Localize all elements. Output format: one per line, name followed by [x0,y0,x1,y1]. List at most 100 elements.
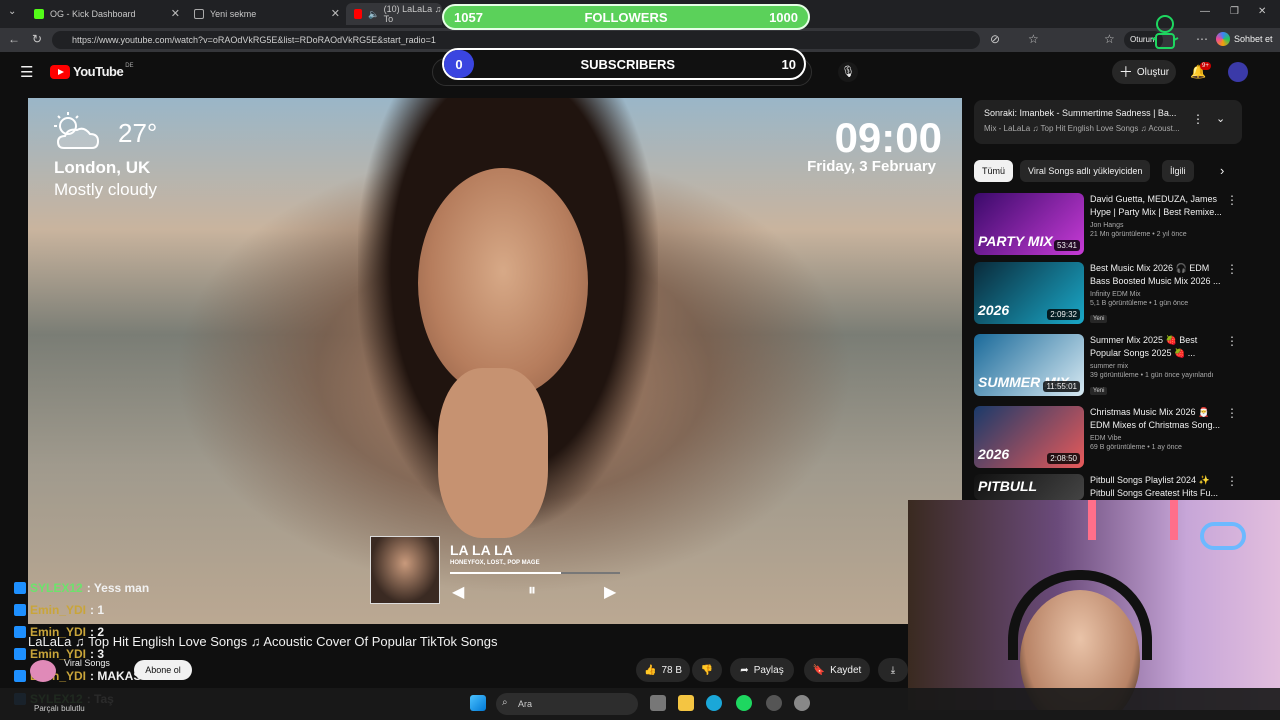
logo-word: YouTube [73,64,124,79]
share-button[interactable]: ➦ Paylaş [730,658,794,682]
song-progress-bar [450,572,620,574]
extension-icon[interactable]: ⊘ [990,32,1000,46]
channel-avatar[interactable] [30,660,56,682]
spotify-icon[interactable] [736,695,752,711]
platform-badge-icon [14,604,26,616]
dislike-button[interactable]: 👎 [692,658,722,682]
edge-icon[interactable] [706,695,722,711]
minimize-icon[interactable]: — [1200,6,1210,17]
more-vert-icon[interactable]: ⋮ [1192,112,1204,126]
more-vert-icon[interactable]: ⋮ [1226,334,1238,348]
new-badge: Yeni [1090,315,1108,323]
chip-all[interactable]: Tümü [974,160,1014,182]
save-button[interactable]: 🔖 Kaydet [804,658,870,682]
chat-username: SYLEX12 [30,581,83,595]
chip-from-uploader[interactable]: Viral Songs adlı yükleyiciden [1020,160,1151,182]
settings-gear-icon[interactable] [794,695,810,711]
menu-icon[interactable]: ☰ [20,63,33,81]
recommendation-item[interactable]: 2026 2:09:32 Best Music Mix 2026 🎧 EDM Bas… [974,262,1244,328]
tab-youtube[interactable]: 🔈 (10) LaLaLa ♫ To [346,3,442,25]
favorites-bar-icon[interactable]: ☆ [1104,32,1115,46]
video-duration: 2:09:32 [1047,309,1080,320]
pause-icon[interactable]: ⏸ [528,582,536,600]
partly-cloudy-icon [54,112,100,149]
chat-text: : 1 [90,603,105,617]
recommendation-item[interactable]: 2026 2:08:50 Christmas Music Mix 2026 🎅 ED… [974,406,1244,472]
favorite-icon[interactable]: ☆ [1028,32,1039,46]
save-label: Kaydet [830,664,862,676]
bookmark-icon: 🔖 [812,664,826,676]
file-explorer-icon[interactable] [678,695,694,711]
channel-name[interactable]: Viral Songs [64,658,110,668]
avatar[interactable] [1228,62,1248,82]
recommendation-meta: 5,1 B görüntüleme • 1 gün önce [1090,300,1189,307]
tab-kick-dashboard[interactable]: OG - Kick Dashboard ✕ [26,3,186,25]
clock-time: 09:00 [834,114,942,161]
recommendation-info: Summer Mix 2025 🍓 Best Popular Songs 202… [1090,334,1230,397]
reload-icon[interactable]: ↻ [32,32,42,46]
copilot-icon [1216,32,1230,46]
recommendation-item[interactable]: SUMMER MIX 11:55:01 Summer Mix 2025 🍓 Best… [974,334,1244,400]
subscribers-goal-bar: 0 SUBSCRIBERS 10 [442,48,806,80]
subscribers-progress-fill: 0 [444,50,474,78]
microphone-icon[interactable]: 🎙 [838,62,858,82]
close-icon[interactable]: ✕ [331,7,340,20]
weather-status-text: Parçalı bulutlu [34,704,85,713]
next-icon[interactable]: ▶ [604,582,616,602]
recommendation-channel: Infinity EDM Mix [1090,291,1141,298]
more-vert-icon[interactable]: ⋮ [1226,474,1238,488]
video-subject-face [418,168,588,398]
maximize-icon[interactable]: ❐ [1230,6,1239,17]
more-vert-icon[interactable]: ⋮ [1226,262,1238,276]
copilot-button[interactable]: Sohbet et [1216,32,1273,46]
video-player[interactable]: 27° London, UK Mostly cloudy 09:00 Frida… [28,98,962,624]
recommendation-channel: summer mix [1090,363,1129,370]
video-thumbnail[interactable]: PITBULL [974,474,1084,500]
task-view-icon[interactable] [650,695,666,711]
up-next-panel[interactable]: Sonraki: Imanbek - Summertime Sadness | … [974,100,1242,144]
more-vert-icon[interactable]: ⋮ [1226,193,1238,207]
url-text: https://www.youtube.com/watch?v=oRAOdVkR… [72,35,436,45]
video-thumbnail[interactable]: PARTY MIX 53:41 [974,193,1084,255]
download-button[interactable]: ⤓ [878,658,908,682]
copilot-label: Sohbet et [1234,34,1273,44]
video-duration: 2:08:50 [1047,453,1080,464]
share-icon: ➦ [740,664,749,676]
chip-related[interactable]: İlgili [1162,160,1194,182]
thumbs-down-icon: 👎 [700,664,714,676]
chat-username: Emin_YDI [30,603,87,617]
start-icon[interactable] [470,695,486,711]
video-thumbnail[interactable]: 2026 2:09:32 [974,262,1084,324]
tab-new-tab[interactable]: Yeni sekme ✕ [186,3,346,25]
url-field[interactable]: https://www.youtube.com/watch?v=oRAOdVkR… [52,31,980,49]
close-icon[interactable]: ✕ [171,7,180,20]
steam-icon[interactable] [766,695,782,711]
album-art [370,536,440,604]
weather-temperature: 27° [118,118,158,148]
close-window-icon[interactable]: ✕ [1258,6,1266,17]
create-button[interactable]: ＋ Oluştur [1112,60,1176,84]
video-duration: 11:55:01 [1043,381,1080,392]
download-icon: ⤓ [890,664,896,676]
video-thumbnail[interactable]: 2026 2:08:50 [974,406,1084,468]
recommendation-title: Pitbull Songs Playlist 2024 ✨ Pitbull So… [1090,475,1219,498]
youtube-logo[interactable]: YouTube DE [50,63,134,79]
back-icon[interactable]: ← [8,32,20,46]
recommendation-item[interactable]: PITBULL Pitbull Songs Playlist 2024 ✨ Pit… [974,474,1244,500]
chevron-right-icon[interactable]: › [1220,163,1224,178]
more-options-icon[interactable]: ⋯ [1196,32,1208,46]
like-button[interactable]: 👍 78 B [636,658,690,682]
recommendation-title: Best Music Mix 2026 🎧 EDM Bass Boosted M… [1090,263,1221,286]
chevron-down-icon[interactable]: ⌄ [1216,112,1225,125]
recommendation-meta: 21 Mn görüntüleme • 2 yıl önce [1090,231,1187,238]
more-vert-icon[interactable]: ⋮ [1226,406,1238,420]
taskbar-search-input[interactable]: ⌕ Ara [496,693,638,715]
video-thumbnail[interactable]: SUMMER MIX 11:55:01 [974,334,1084,396]
weather-city: London, UK [54,158,151,177]
recommendation-item[interactable]: PARTY MIX 53:41 David Guetta, MEDUZA, Jame… [974,193,1244,259]
subscribe-button[interactable]: Abone ol [134,660,192,680]
recommendation-info: Best Music Mix 2026 🎧 EDM Bass Boosted M… [1090,262,1230,325]
followers-goal-bar: 1057 FOLLOWERS 1000 [442,4,810,30]
tab-list-icon[interactable]: ⌄ [8,6,16,17]
previous-icon[interactable]: ◀ [452,582,464,602]
